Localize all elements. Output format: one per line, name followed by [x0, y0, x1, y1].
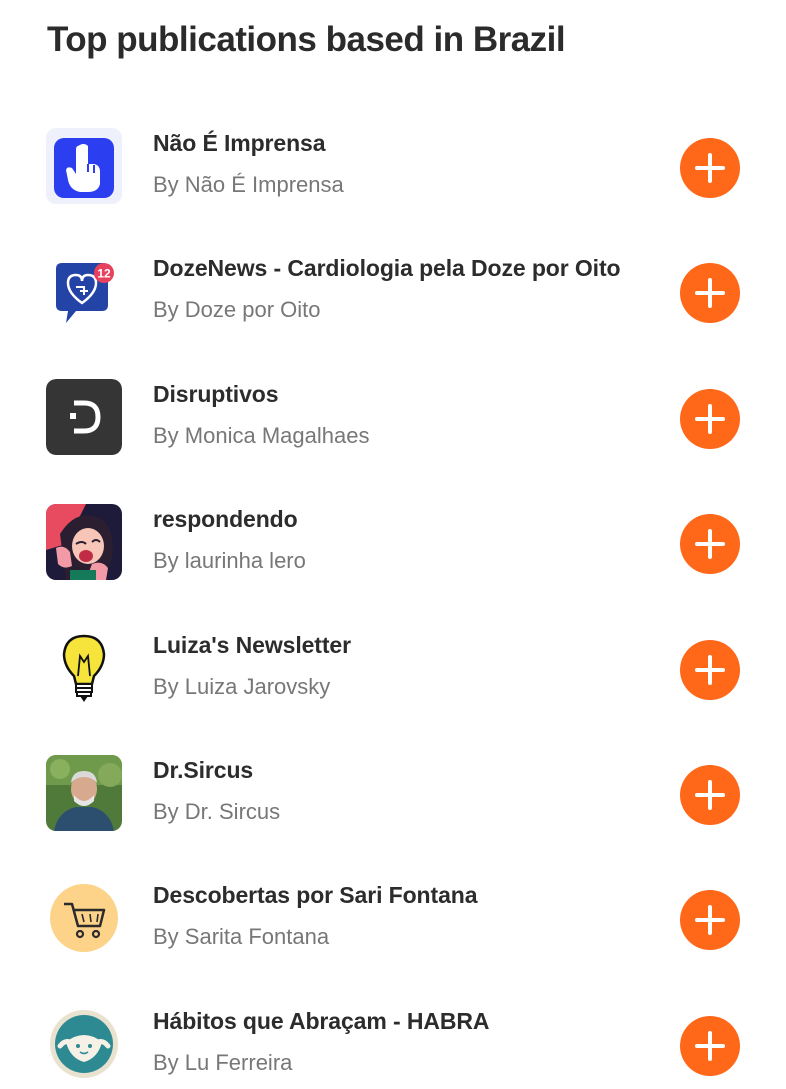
- subscribe-button[interactable]: [680, 764, 740, 825]
- publication-logo[interactable]: [46, 378, 122, 455]
- subscribe-button[interactable]: [680, 890, 740, 951]
- publication-name[interactable]: Hábitos que Abraçam - HABRA: [153, 1008, 489, 1035]
- publication-item[interactable]: Dr.Sircus By Dr. Sircus: [0, 743, 786, 868]
- plus-icon: [695, 153, 725, 183]
- publication-author: By Não É Imprensa: [153, 172, 344, 197]
- plus-icon: [695, 779, 725, 810]
- subscribe-button[interactable]: [680, 388, 740, 449]
- shopping-cart-icon: [46, 880, 122, 957]
- plus-icon: [695, 905, 725, 936]
- plus-icon: [695, 654, 725, 685]
- publication-item[interactable]: respondendo By laurinha lero: [0, 492, 786, 617]
- publication-logo[interactable]: [46, 128, 122, 204]
- plus-icon: [695, 1030, 725, 1061]
- publication-name[interactable]: Descobertas por Sari Fontana: [153, 882, 478, 909]
- publication-name[interactable]: Não É Imprensa: [153, 130, 326, 157]
- publication-author: By Dr. Sircus: [153, 798, 281, 824]
- plus-icon: [695, 278, 725, 309]
- publication-author: By laurinha lero: [153, 548, 306, 574]
- publication-logo[interactable]: [46, 880, 122, 957]
- publication-author: By Doze por Oito: [153, 297, 321, 323]
- page-title: Top publications based in Brazil: [47, 20, 566, 59]
- publication-name[interactable]: DozeNews - Cardiologia pela Doze por Oit…: [153, 255, 621, 282]
- subscribe-button[interactable]: [680, 138, 740, 198]
- publication-item[interactable]: Não É Imprensa By Não É Imprensa: [0, 116, 786, 241]
- subscribe-button[interactable]: [680, 514, 740, 575]
- plus-icon: [695, 529, 725, 560]
- subscribe-button[interactable]: [680, 263, 740, 324]
- d-letter-icon: [46, 378, 122, 455]
- publication-item[interactable]: Hábitos que Abraçam - HABRA By Lu Ferrei…: [0, 994, 786, 1089]
- chat-bubble-heart-icon: 12: [46, 253, 122, 330]
- publication-author: By Sarita Fontana: [153, 924, 330, 950]
- publication-logo[interactable]: [46, 504, 122, 581]
- publication-author: By Luiza Jarovsky: [153, 673, 331, 699]
- publication-list: Não É Imprensa By Não É Imprensa 12 Doze…: [0, 116, 786, 1089]
- publication-author: By Lu Ferreira: [153, 1049, 293, 1075]
- subscribe-button[interactable]: [680, 1015, 740, 1076]
- author-photo: [46, 754, 122, 831]
- notification-badge-count: 12: [97, 267, 111, 281]
- publication-logo[interactable]: [46, 629, 122, 706]
- hand-pointing-up-icon: [46, 128, 122, 204]
- publication-logo[interactable]: 12: [46, 253, 122, 330]
- plus-icon: [695, 403, 725, 434]
- lightbulb-icon: [46, 629, 122, 706]
- subscribe-button[interactable]: [680, 639, 740, 700]
- publication-name[interactable]: Disruptivos: [153, 381, 279, 408]
- publication-author: By Monica Magalhaes: [153, 422, 370, 448]
- publication-item[interactable]: Luiza's Newsletter By Luiza Jarovsky: [0, 618, 786, 743]
- publication-item[interactable]: Descobertas por Sari Fontana By Sarita F…: [0, 868, 786, 993]
- shouting-woman-illustration: [46, 504, 122, 581]
- publication-name[interactable]: Dr.Sircus: [153, 757, 253, 784]
- publication-logo[interactable]: [46, 754, 122, 831]
- publication-item[interactable]: 12 DozeNews - Cardiologia pela Doze por …: [0, 241, 786, 366]
- publication-name[interactable]: respondendo: [153, 506, 298, 533]
- publication-logo[interactable]: [46, 1005, 122, 1082]
- hug-character-icon: [46, 1005, 122, 1082]
- publication-item[interactable]: Disruptivos By Monica Magalhaes: [0, 367, 786, 492]
- publication-name[interactable]: Luiza's Newsletter: [153, 632, 351, 659]
